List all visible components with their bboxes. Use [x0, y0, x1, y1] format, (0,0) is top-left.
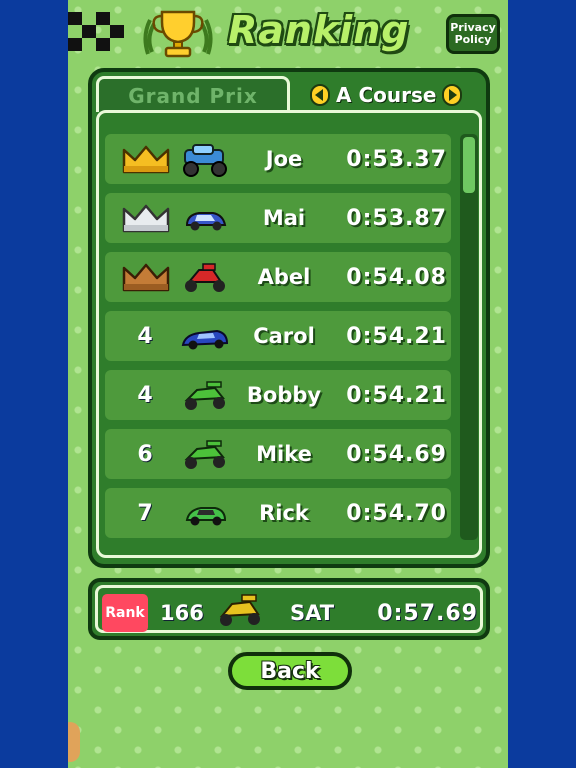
- silver-crown-icon: [122, 204, 170, 233]
- rank-number: 4: [137, 323, 153, 349]
- player-name: Bobby: [246, 383, 322, 407]
- checkered-flag-icon: [68, 12, 126, 52]
- scrollbar-thumb[interactable]: [463, 137, 475, 193]
- monster-truck-car-icon: [183, 144, 227, 177]
- blue-sedan-car-icon: [185, 212, 227, 231]
- my-lap-time: 0:57.69: [377, 600, 478, 626]
- my-ranking-panel: Rank 166 SAT 0:57.69: [88, 578, 490, 640]
- rank-number: 6: [137, 441, 153, 467]
- gold-crown-icon: [122, 145, 170, 174]
- left-border: [0, 0, 68, 768]
- next-course-arrow-icon[interactable]: [442, 84, 463, 106]
- blue-sports-car-icon: [181, 329, 229, 350]
- game-screen: Ranking Privacy Policy Grand Prix A Cour…: [68, 0, 508, 768]
- my-player-name: SAT: [290, 601, 335, 625]
- ranking-row[interactable]: 6 Mike 0:54.69: [105, 429, 451, 479]
- ranking-row[interactable]: 4 Carol 0:54.21: [105, 311, 451, 361]
- decoration: [68, 722, 80, 762]
- ranking-row[interactable]: Joe 0:53.37: [105, 134, 451, 184]
- ranking-row[interactable]: 4 Bobby 0:54.21: [105, 370, 451, 420]
- player-name: Rick: [259, 501, 309, 525]
- green-buggy-car-icon: [184, 381, 225, 410]
- player-name: Carol: [253, 324, 315, 348]
- ranking-row[interactable]: Abel 0:54.08: [105, 252, 451, 302]
- player-name: Joe: [265, 147, 303, 171]
- back-button[interactable]: Back: [228, 652, 352, 690]
- player-name: Mai: [262, 206, 306, 230]
- lap-time: 0:54.69: [346, 441, 447, 467]
- player-name: Mike: [256, 442, 312, 466]
- prev-course-arrow-icon[interactable]: [310, 84, 330, 106]
- lap-time: 0:53.37: [346, 146, 447, 172]
- lap-time: 0:54.08: [346, 264, 447, 290]
- lap-time: 0:54.70: [346, 500, 447, 526]
- green-buggy-car-icon: [184, 440, 225, 469]
- ranking-scrollbar[interactable]: [460, 134, 478, 540]
- rank-badge: Rank: [102, 594, 148, 632]
- red-buggy-car-icon: [185, 263, 225, 292]
- ranking-panel: Grand Prix A Course Joe 0:53.37 Mai 0:53…: [88, 68, 490, 568]
- lap-time: 0:53.87: [346, 205, 447, 231]
- player-name: Abel: [257, 265, 311, 289]
- trophy-icon: [143, 10, 213, 58]
- course-selector: A Course: [310, 80, 463, 110]
- page-title: Ranking: [228, 8, 410, 52]
- tab-grand-prix[interactable]: Grand Prix: [96, 76, 290, 112]
- rank-number: 4: [137, 382, 153, 408]
- lap-time: 0:54.21: [346, 323, 447, 349]
- ranking-row[interactable]: Mai 0:53.87: [105, 193, 451, 243]
- green-coupe-car-icon: [185, 507, 227, 526]
- right-border: [508, 0, 576, 768]
- lap-time: 0:54.21: [346, 382, 447, 408]
- course-label: A Course: [336, 83, 437, 107]
- bronze-crown-icon: [122, 263, 170, 292]
- my-rank-position: 166: [160, 601, 204, 625]
- privacy-policy-button[interactable]: Privacy Policy: [446, 14, 500, 54]
- ranking-row[interactable]: 7 Rick 0:54.70: [105, 488, 451, 538]
- rank-number: 7: [137, 500, 153, 526]
- yellow-buggy-car-icon: [219, 594, 260, 626]
